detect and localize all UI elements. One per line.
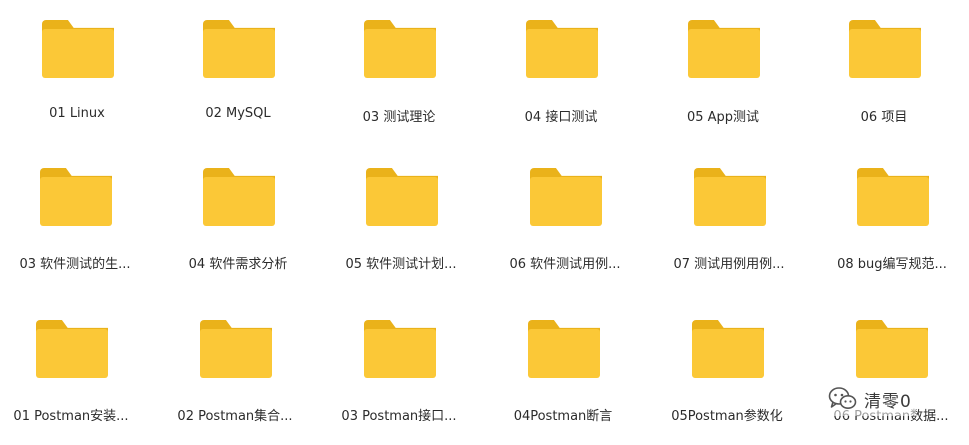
- folder-label: 02 MySQL: [205, 106, 271, 121]
- folder-item-08-bug-spec[interactable]: 08 bug编写规范...: [817, 166, 967, 291]
- folder-icon: [530, 168, 602, 226]
- folder-item-05-test-plan[interactable]: 05 软件测试计划...: [326, 166, 476, 291]
- watermark: 清零0: [824, 382, 916, 416]
- folder-icon: [528, 320, 600, 378]
- folder-icon: [526, 20, 598, 78]
- folder-item-06-test-cases[interactable]: 06 软件测试用例...: [490, 166, 640, 291]
- folder-item-04-postman-assert[interactable]: 04Postman断言: [488, 318, 638, 443]
- folder-item-06-project[interactable]: 06 项目: [809, 18, 959, 143]
- folder-label: 04 软件需求分析: [188, 257, 288, 272]
- folder-grid: 01 Linux 02 MySQL 03 测试理论 04 接口测试 05 App…: [0, 0, 969, 445]
- folder-icon: [849, 20, 921, 78]
- folder-label: 03 Postman接口...: [341, 409, 457, 424]
- folder-item-07-case-examples[interactable]: 07 测试用例用例...: [654, 166, 804, 291]
- folder-item-03-lifecycle[interactable]: 03 软件测试的生...: [0, 166, 150, 291]
- folder-label: 07 测试用例用例...: [673, 257, 785, 272]
- folder-item-02-postman-collection[interactable]: 02 Postman集合...: [160, 318, 310, 443]
- folder-item-03-postman-api[interactable]: 03 Postman接口...: [324, 318, 474, 443]
- folder-item-02-mysql[interactable]: 02 MySQL: [163, 18, 313, 143]
- folder-label: 01 Postman安装...: [13, 409, 129, 424]
- folder-item-05-app-testing[interactable]: 05 App测试: [648, 18, 798, 143]
- folder-label: 04Postman断言: [513, 409, 613, 424]
- folder-label: 05Postman参数化: [671, 409, 783, 424]
- folder-icon: [364, 320, 436, 378]
- folder-item-03-theory[interactable]: 03 测试理论: [324, 18, 474, 143]
- folder-item-04-requirements[interactable]: 04 软件需求分析: [163, 166, 313, 291]
- folder-row-3: 01 Postman安装... 02 Postman集合... 03 Postm…: [0, 300, 969, 440]
- folder-label: 01 Linux: [49, 106, 105, 121]
- folder-row-2: 03 软件测试的生... 04 软件需求分析 05 软件测试计划... 06 软…: [0, 148, 969, 288]
- folder-label: 04 接口测试: [524, 110, 598, 125]
- folder-label: 02 Postman集合...: [177, 409, 293, 424]
- folder-icon: [856, 320, 928, 378]
- folder-item-01-postman-install[interactable]: 01 Postman安装...: [0, 318, 146, 443]
- wechat-icon: [828, 386, 858, 412]
- folder-label: 03 软件测试的生...: [19, 257, 131, 272]
- folder-icon: [694, 168, 766, 226]
- folder-label: 06 软件测试用例...: [509, 257, 621, 272]
- folder-item-01-linux[interactable]: 01 Linux: [2, 18, 152, 143]
- watermark-text: 清零0: [864, 391, 912, 412]
- folder-icon: [692, 320, 764, 378]
- folder-label: 08 bug编写规范...: [837, 257, 947, 272]
- folder-icon: [688, 20, 760, 78]
- folder-icon: [200, 320, 272, 378]
- folder-icon: [857, 168, 929, 226]
- folder-label: 06 项目: [860, 110, 908, 125]
- folder-icon: [203, 168, 275, 226]
- folder-icon: [40, 168, 112, 226]
- folder-label: 05 软件测试计划...: [345, 257, 457, 272]
- folder-row-1: 01 Linux 02 MySQL 03 测试理论 04 接口测试 05 App…: [0, 0, 969, 140]
- folder-icon: [42, 20, 114, 78]
- folder-item-05-postman-params[interactable]: 05Postman参数化: [652, 318, 802, 443]
- folder-icon: [203, 20, 275, 78]
- folder-label: 03 测试理论: [362, 110, 436, 125]
- folder-item-06-postman-data[interactable]: 06 Postman数据...: [816, 318, 966, 443]
- folder-icon: [36, 320, 108, 378]
- folder-item-04-api-testing[interactable]: 04 接口测试: [486, 18, 636, 143]
- folder-label: 05 App测试: [686, 110, 760, 125]
- folder-icon: [364, 20, 436, 78]
- folder-icon: [366, 168, 438, 226]
